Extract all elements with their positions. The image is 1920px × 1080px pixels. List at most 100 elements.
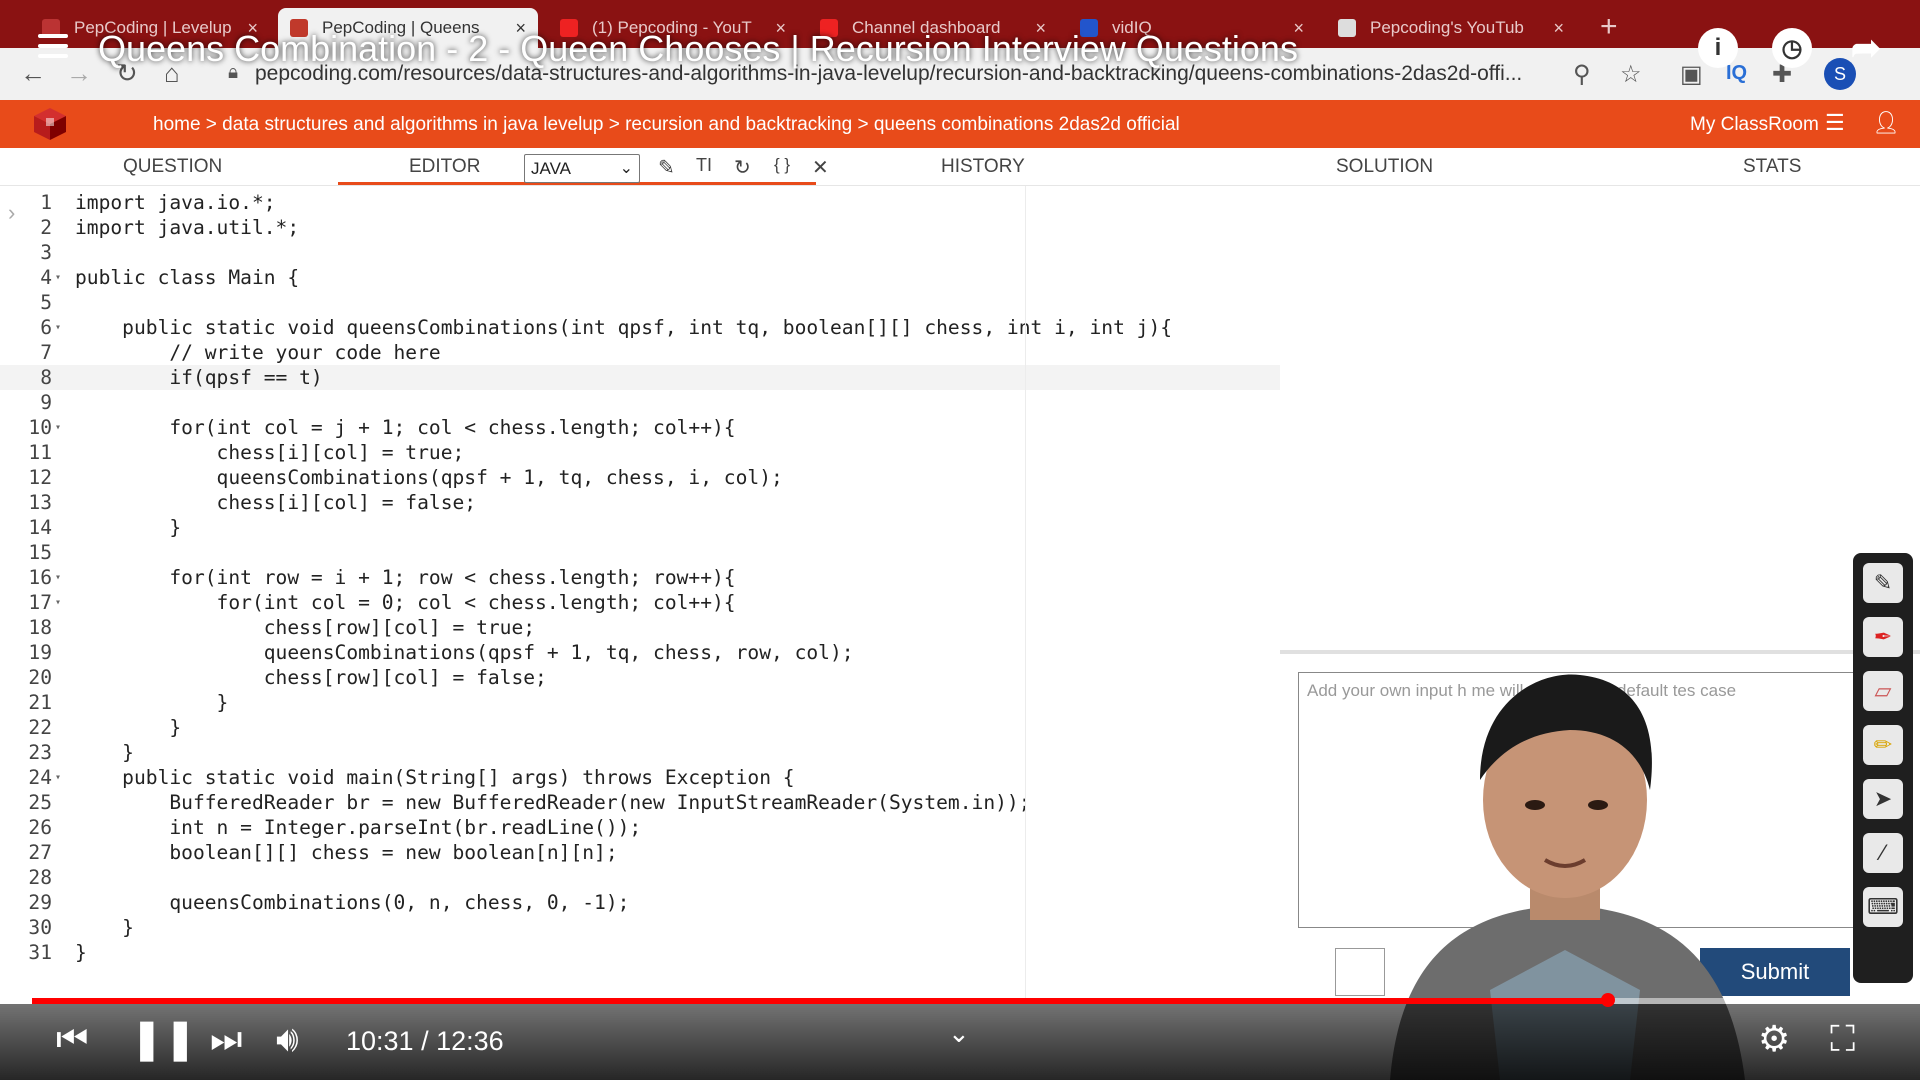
fold-toggle-icon[interactable]: ▾ [55,765,61,790]
settings-gear-icon[interactable]: ⚙ [1758,1018,1790,1060]
keyboard-icon[interactable]: ⌨ [1863,887,1903,927]
watch-later-clock-icon[interactable]: ◷ [1772,28,1812,68]
code-text: } [75,941,87,964]
code-text: public static void queensCombinations(in… [75,316,1173,339]
line-number: 4 [40,266,52,289]
code-line[interactable]: 8 if(qpsf == t) [0,365,1280,390]
video-title[interactable]: Queens Combination - 2 - Queen Chooses |… [98,28,1298,70]
my-classroom-link[interactable]: My ClassRoom [1690,114,1819,136]
code-line[interactable]: 21 } [0,690,1280,715]
next-icon[interactable]: ⏭ [210,1018,242,1061]
code-line[interactable]: 15 [0,540,1280,565]
fullscreen-icon[interactable]: ✕ [812,155,829,180]
format-braces-icon[interactable]: { } [774,155,790,175]
close-tab-icon[interactable]: × [1543,18,1564,39]
chevron-down-icon[interactable]: ⌄ [948,1018,970,1049]
zoom-icon[interactable]: ⚲ [1573,60,1591,89]
refresh-icon[interactable]: ↻ [734,155,751,180]
browser-tab[interactable]: Pepcoding's YouTub × [1326,8,1576,48]
code-line[interactable]: 5 [0,290,1280,315]
code-line[interactable]: 2 import java.util.*; [0,215,1280,240]
code-line[interactable]: 31} [0,940,1280,965]
code-line[interactable]: 30 } [0,915,1280,940]
line-number: 25 [28,791,52,814]
back-icon[interactable]: ← [20,58,46,89]
extension-icon[interactable]: ▣ [1680,60,1703,89]
fold-toggle-icon[interactable]: ▾ [55,590,61,615]
pointer-icon[interactable]: ➤ [1863,779,1903,819]
previous-icon[interactable]: ⏮ [56,1018,88,1061]
line-number: 10 [28,416,52,439]
code-line[interactable]: 20 chess[row][col] = false; [0,665,1280,690]
code-line[interactable]: 10 ▾ for(int col = j + 1; col < chess.len… [0,415,1280,440]
code-line[interactable]: 29 queensCombinations(0, n, chess, 0, -1… [0,890,1280,915]
vidiq-extension-icon[interactable]: IQ [1726,62,1747,85]
share-icon[interactable]: ➦ [1846,27,1886,68]
user-icon[interactable]: 👤︎ [1872,110,1900,136]
pen-icon[interactable]: ✒ [1863,617,1903,657]
chevron-right-icon[interactable]: › [8,200,15,226]
brush-icon[interactable]: ⁄ [1863,833,1903,873]
line-number: 30 [28,916,52,939]
code-line[interactable]: 1 import java.io.*; [0,190,1280,215]
fold-toggle-icon[interactable]: ▾ [55,315,61,340]
tab-editor[interactable]: EDITOR [409,156,480,178]
code-line[interactable]: 26 int n = Integer.parseInt(br.readLine(… [0,815,1280,840]
code-line[interactable]: 7 // write your code here [0,340,1280,365]
code-line[interactable]: 19 queensCombinations(qpsf + 1, tq, ches… [0,640,1280,665]
line-number: 29 [28,891,52,914]
tab-question[interactable]: QUESTION [123,156,222,178]
info-icon[interactable]: i [1698,28,1738,68]
fold-toggle-icon[interactable]: ▾ [55,415,61,440]
code-line[interactable]: 23 } [0,740,1280,765]
pepcoding-logo-icon[interactable] [30,106,70,142]
hamburger-menu-icon[interactable] [38,34,68,58]
code-line[interactable]: 28 [0,865,1280,890]
code-line[interactable]: 13 chess[i][col] = false; [0,490,1280,515]
new-tab-icon[interactable]: + [1600,10,1618,44]
code-line[interactable]: 22 } [0,715,1280,740]
code-line[interactable]: 4 ▾ public class Main { [0,265,1280,290]
code-editor[interactable]: 1 import java.io.*; 2 import java.util.*; 3 4… [0,186,1280,998]
font-size-icon[interactable]: TI [696,155,712,176]
tab-stats[interactable]: STATS [1743,156,1801,178]
brush-icon[interactable]: ✎ [658,155,675,180]
fold-toggle-icon[interactable]: ▾ [55,565,61,590]
code-line[interactable]: 14 } [0,515,1280,540]
exit-fullscreen-icon[interactable]: ⛶ [1830,1018,1855,1061]
code-line[interactable]: 27 boolean[][] chess = new boolean[n][n]… [0,840,1280,865]
breadcrumb[interactable]: home > data structures and algorithms in… [153,114,1180,136]
annotate-icon[interactable]: ✎ [1863,563,1903,603]
fold-toggle-icon[interactable]: ▾ [55,265,61,290]
line-number: 12 [28,466,52,489]
language-select[interactable]: JAVA ⌄ [524,154,640,183]
progress-scrubber[interactable] [1600,993,1615,1007]
tab-history[interactable]: HISTORY [941,156,1025,178]
code-line[interactable]: 16 ▾ for(int row = i + 1; row < chess.len… [0,565,1280,590]
code-line[interactable]: 3 [0,240,1280,265]
line-number: 27 [28,841,52,864]
chevron-down-icon: ⌄ [619,160,633,177]
code-line[interactable]: 25 BufferedReader br = new BufferedReade… [0,790,1280,815]
eraser-icon[interactable]: ▱ [1863,671,1903,711]
highlighter-icon[interactable]: ✏ [1863,725,1903,765]
pause-icon[interactable]: ❚❚ [130,1016,197,1062]
code-text: queensCombinations(qpsf + 1, tq, chess, … [75,641,854,664]
code-line[interactable]: 24 ▾ public static void main(String[] arg… [0,765,1280,790]
panel-divider[interactable] [1280,650,1920,654]
code-text: chess[row][col] = false; [75,666,547,689]
code-line[interactable]: 11 chess[i][col] = true; [0,440,1280,465]
volume-icon[interactable]: 🔊︎ [276,1018,299,1061]
code-text: } [75,716,182,739]
bookmark-star-icon[interactable]: ☆ [1620,60,1642,89]
classroom-menu-icon[interactable]: ☰ [1825,110,1845,136]
tab-solution[interactable]: SOLUTION [1336,156,1433,178]
code-line[interactable]: 17 ▾ for(int col = 0; col < chess.length;… [0,590,1280,615]
code-line[interactable]: 18 chess[row][col] = true; [0,615,1280,640]
forward-icon[interactable]: → [66,58,92,89]
code-line[interactable]: 9 [0,390,1280,415]
code-line[interactable]: 12 queensCombinations(qpsf + 1, tq, ches… [0,465,1280,490]
code-text: } [75,741,134,764]
line-number: 14 [28,516,52,539]
code-line[interactable]: 6 ▾ public static void queensCombinations… [0,315,1280,340]
